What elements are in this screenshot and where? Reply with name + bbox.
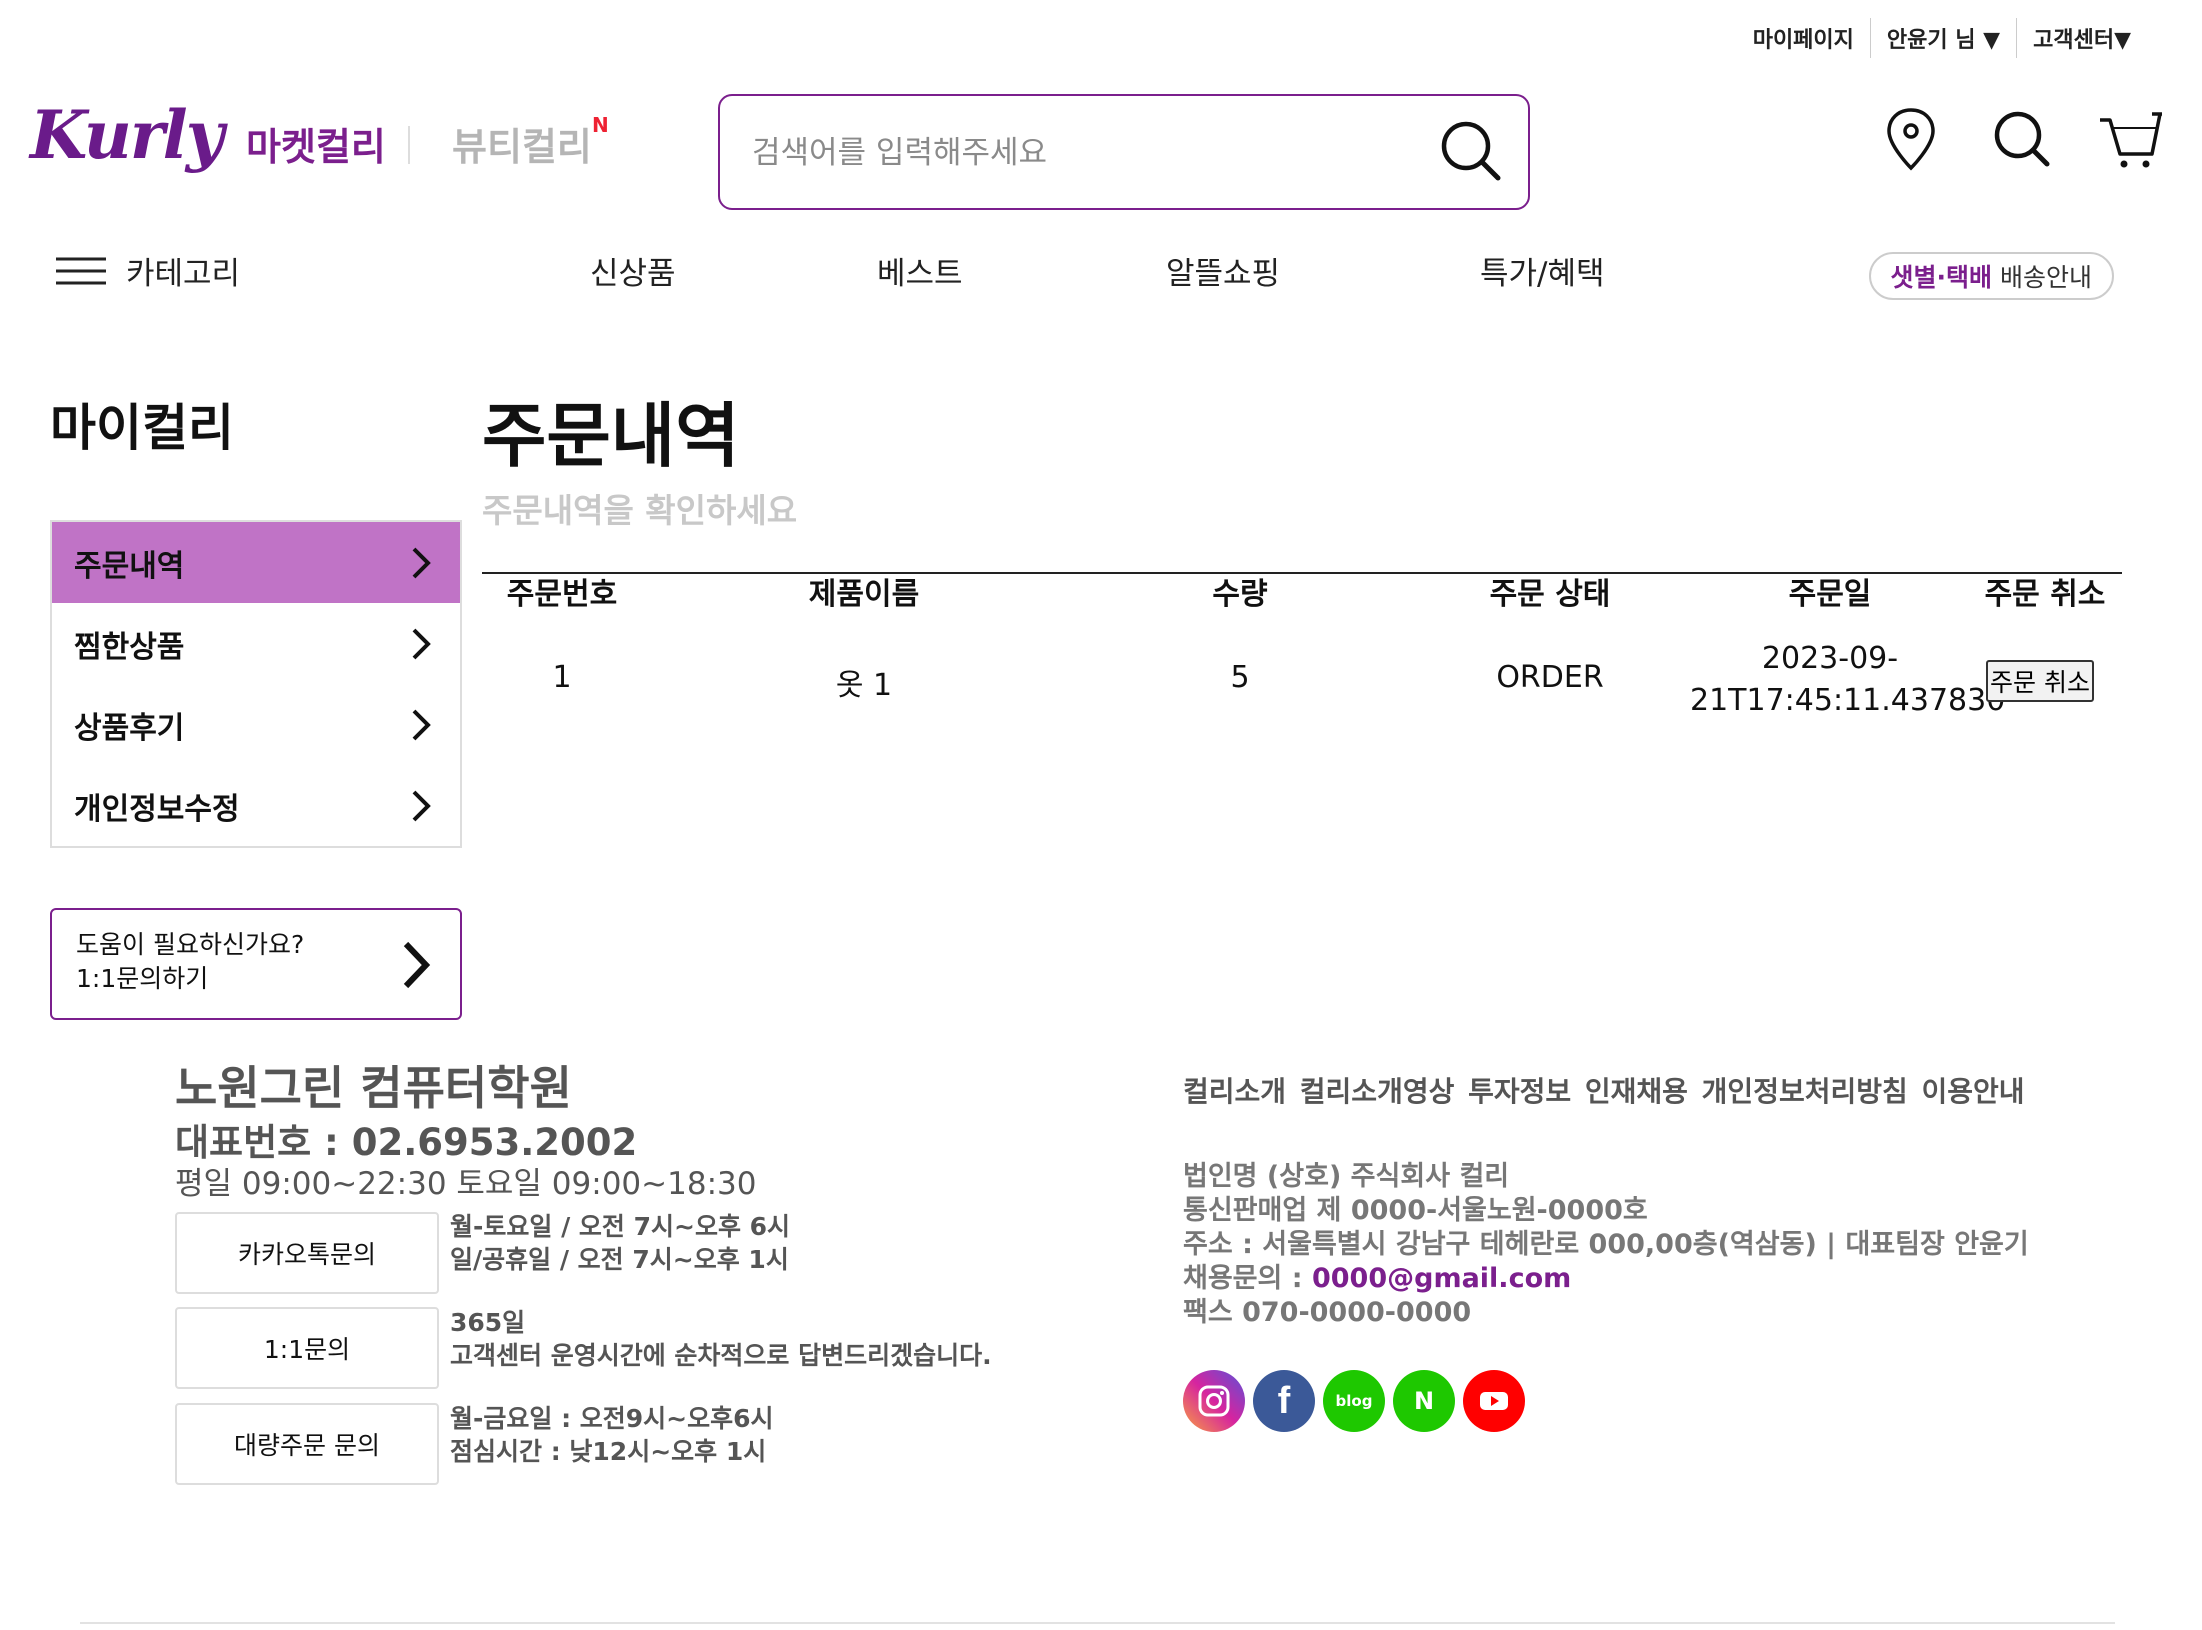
- nav-special-deals[interactable]: 특가/혜택: [1480, 248, 1605, 293]
- page-subtitle: 주문내역을 확인하세요: [482, 491, 798, 530]
- column-header-order-no: 주문번호: [506, 577, 618, 612]
- company-name: 법인명 (상호) 주식회사 컬리: [1183, 1161, 1510, 1192]
- sidebar-item-reviews[interactable]: 상품후기: [52, 684, 460, 765]
- search-icon[interactable]: [1436, 116, 1506, 186]
- naver-post-icon[interactable]: N: [1393, 1370, 1455, 1432]
- footer-links[interactable]: 컬리소개 컬리소개영상 투자정보 인재채용 개인정보처리방침 이용안내: [1183, 1070, 2025, 1110]
- user-menu-link[interactable]: 안윤기 님 ▼: [1871, 22, 2016, 54]
- business-license: 통신판매업 제 0000-서울노원-0000호: [1183, 1195, 1648, 1226]
- fax-number: 팩스 070-0000-0000: [1183, 1297, 1472, 1328]
- column-header-product: 제품이름: [808, 577, 920, 612]
- column-header-qty: 수량: [1212, 577, 1268, 612]
- bulk-order-hours: 월-금요일 : 오전9시~오후6시 점심시간 : 낮12시~오후 1시: [450, 1404, 774, 1466]
- sidebar-item-profile-edit[interactable]: 개인정보수정: [52, 765, 460, 846]
- nav-thrift-shopping[interactable]: 알뜰쇼핑: [1166, 248, 1280, 293]
- chevron-right-icon: [403, 941, 431, 989]
- blog-icon[interactable]: blog: [1323, 1370, 1385, 1432]
- cell-qty: 5: [1230, 660, 1250, 695]
- help-question: 도움이 필요하신가요?: [76, 930, 305, 959]
- column-header-status: 주문 상태: [1489, 577, 1611, 612]
- beauty-kurly-tab[interactable]: 뷰티컬리: [452, 116, 592, 171]
- company-address: 주소 : 서울특별시 강남구 테헤란로 000,00층(역삼동) | 대표팀장 …: [1183, 1229, 2029, 1260]
- cell-order-no: 1: [552, 660, 572, 695]
- header-search-icon[interactable]: [1987, 104, 2057, 174]
- youtube-icon[interactable]: [1463, 1370, 1525, 1432]
- sidebar-item-label: 개인정보수정: [74, 791, 240, 827]
- cell-product: 옷 1: [835, 668, 893, 703]
- kakaotalk-inquiry-button[interactable]: 카카오톡문의: [175, 1212, 439, 1294]
- location-pin-icon[interactable]: [1876, 104, 1946, 174]
- kurly-logo[interactable]: Kurly: [30, 96, 224, 174]
- recruit-email[interactable]: 0000@gmail.com: [1312, 1263, 1571, 1294]
- recruit-contact: 채용문의 : 0000@gmail.com: [1183, 1263, 1572, 1294]
- sidebar-item-label: 주문내역: [74, 548, 185, 584]
- market-kurly-tab[interactable]: 마켓컬리: [246, 116, 386, 171]
- footer-hours: 평일 09:00~22:30 토요일 09:00~18:30: [175, 1166, 757, 1202]
- customer-center-link[interactable]: 고객센터▼: [2017, 22, 2147, 54]
- chevron-right-icon: [412, 790, 431, 821]
- page-title: 주문내역: [482, 395, 740, 477]
- sidebar-menu: 주문내역 찜한상품 상품후기 개인정보수정: [50, 520, 462, 848]
- chevron-right-icon: [412, 628, 431, 659]
- help-inquiry-box[interactable]: 도움이 필요하신가요? 1:1문의하기: [50, 908, 462, 1020]
- cancel-order-button[interactable]: 주문 취소: [1986, 660, 2094, 702]
- one-on-one-hours: 365일 고객센터 운영시간에 순차적으로 답변드리겠습니다.: [450, 1308, 992, 1370]
- instagram-icon[interactable]: [1183, 1370, 1245, 1432]
- category-menu[interactable]: 카테고리: [54, 248, 240, 293]
- new-badge: N: [592, 113, 609, 137]
- mypage-link[interactable]: 마이페이지: [1737, 22, 1870, 54]
- hamburger-icon: [56, 257, 106, 284]
- sidebar-item-orders[interactable]: 주문내역: [52, 522, 460, 603]
- help-inquiry-link: 1:1문의하기: [76, 964, 209, 993]
- column-header-date: 주문일: [1788, 577, 1872, 612]
- sidebar-item-wishlist[interactable]: 찜한상품: [52, 603, 460, 684]
- nav-best[interactable]: 베스트: [877, 248, 963, 293]
- chevron-right-icon: [412, 709, 431, 740]
- cell-date: 2023-09- 21T17:45:11.437830: [1690, 641, 2006, 718]
- sidebar-item-label: 상품후기: [74, 710, 185, 746]
- top-utility-bar: 마이페이지 안윤기 님 ▼ 고객센터▼: [1737, 18, 2147, 58]
- kakaotalk-hours: 월-토요일 / 오전 7시~오후 6시 일/공휴일 / 오전 7시~오후 1시: [450, 1212, 791, 1274]
- social-links: f blog N: [1183, 1370, 1525, 1432]
- delivery-info-button[interactable]: 샛별·택배 배송안내: [1868, 252, 2114, 300]
- cell-status: ORDER: [1496, 660, 1604, 695]
- footer-divider: [80, 1622, 2115, 1624]
- sidebar-title: 마이컬리: [50, 399, 234, 457]
- chevron-right-icon: [412, 547, 431, 578]
- cart-icon[interactable]: [2096, 104, 2166, 174]
- category-label: 카테고리: [126, 256, 241, 292]
- footer-company-info: 법인명 (상호) 주식회사 컬리 통신판매업 제 0000-서울노원-0000호…: [1183, 1160, 2029, 1330]
- main-nav: 카테고리 신상품 베스트 알뜰쇼핑 특가/혜택 샛별·택배 배송안내: [0, 248, 2202, 308]
- footer-org-name: 노원그린 컴퓨터학원: [175, 1061, 572, 1115]
- sidebar-item-label: 찜한상품: [74, 629, 185, 665]
- nav-new-products[interactable]: 신상품: [590, 248, 676, 293]
- one-on-one-inquiry-button[interactable]: 1:1문의: [175, 1307, 439, 1389]
- divider: [408, 126, 410, 164]
- bulk-order-inquiry-button[interactable]: 대량주문 문의: [175, 1403, 439, 1485]
- search-input[interactable]: [750, 126, 1390, 180]
- column-header-cancel: 주문 취소: [1984, 577, 2106, 612]
- search-box: [718, 94, 1530, 210]
- facebook-icon[interactable]: f: [1253, 1370, 1315, 1432]
